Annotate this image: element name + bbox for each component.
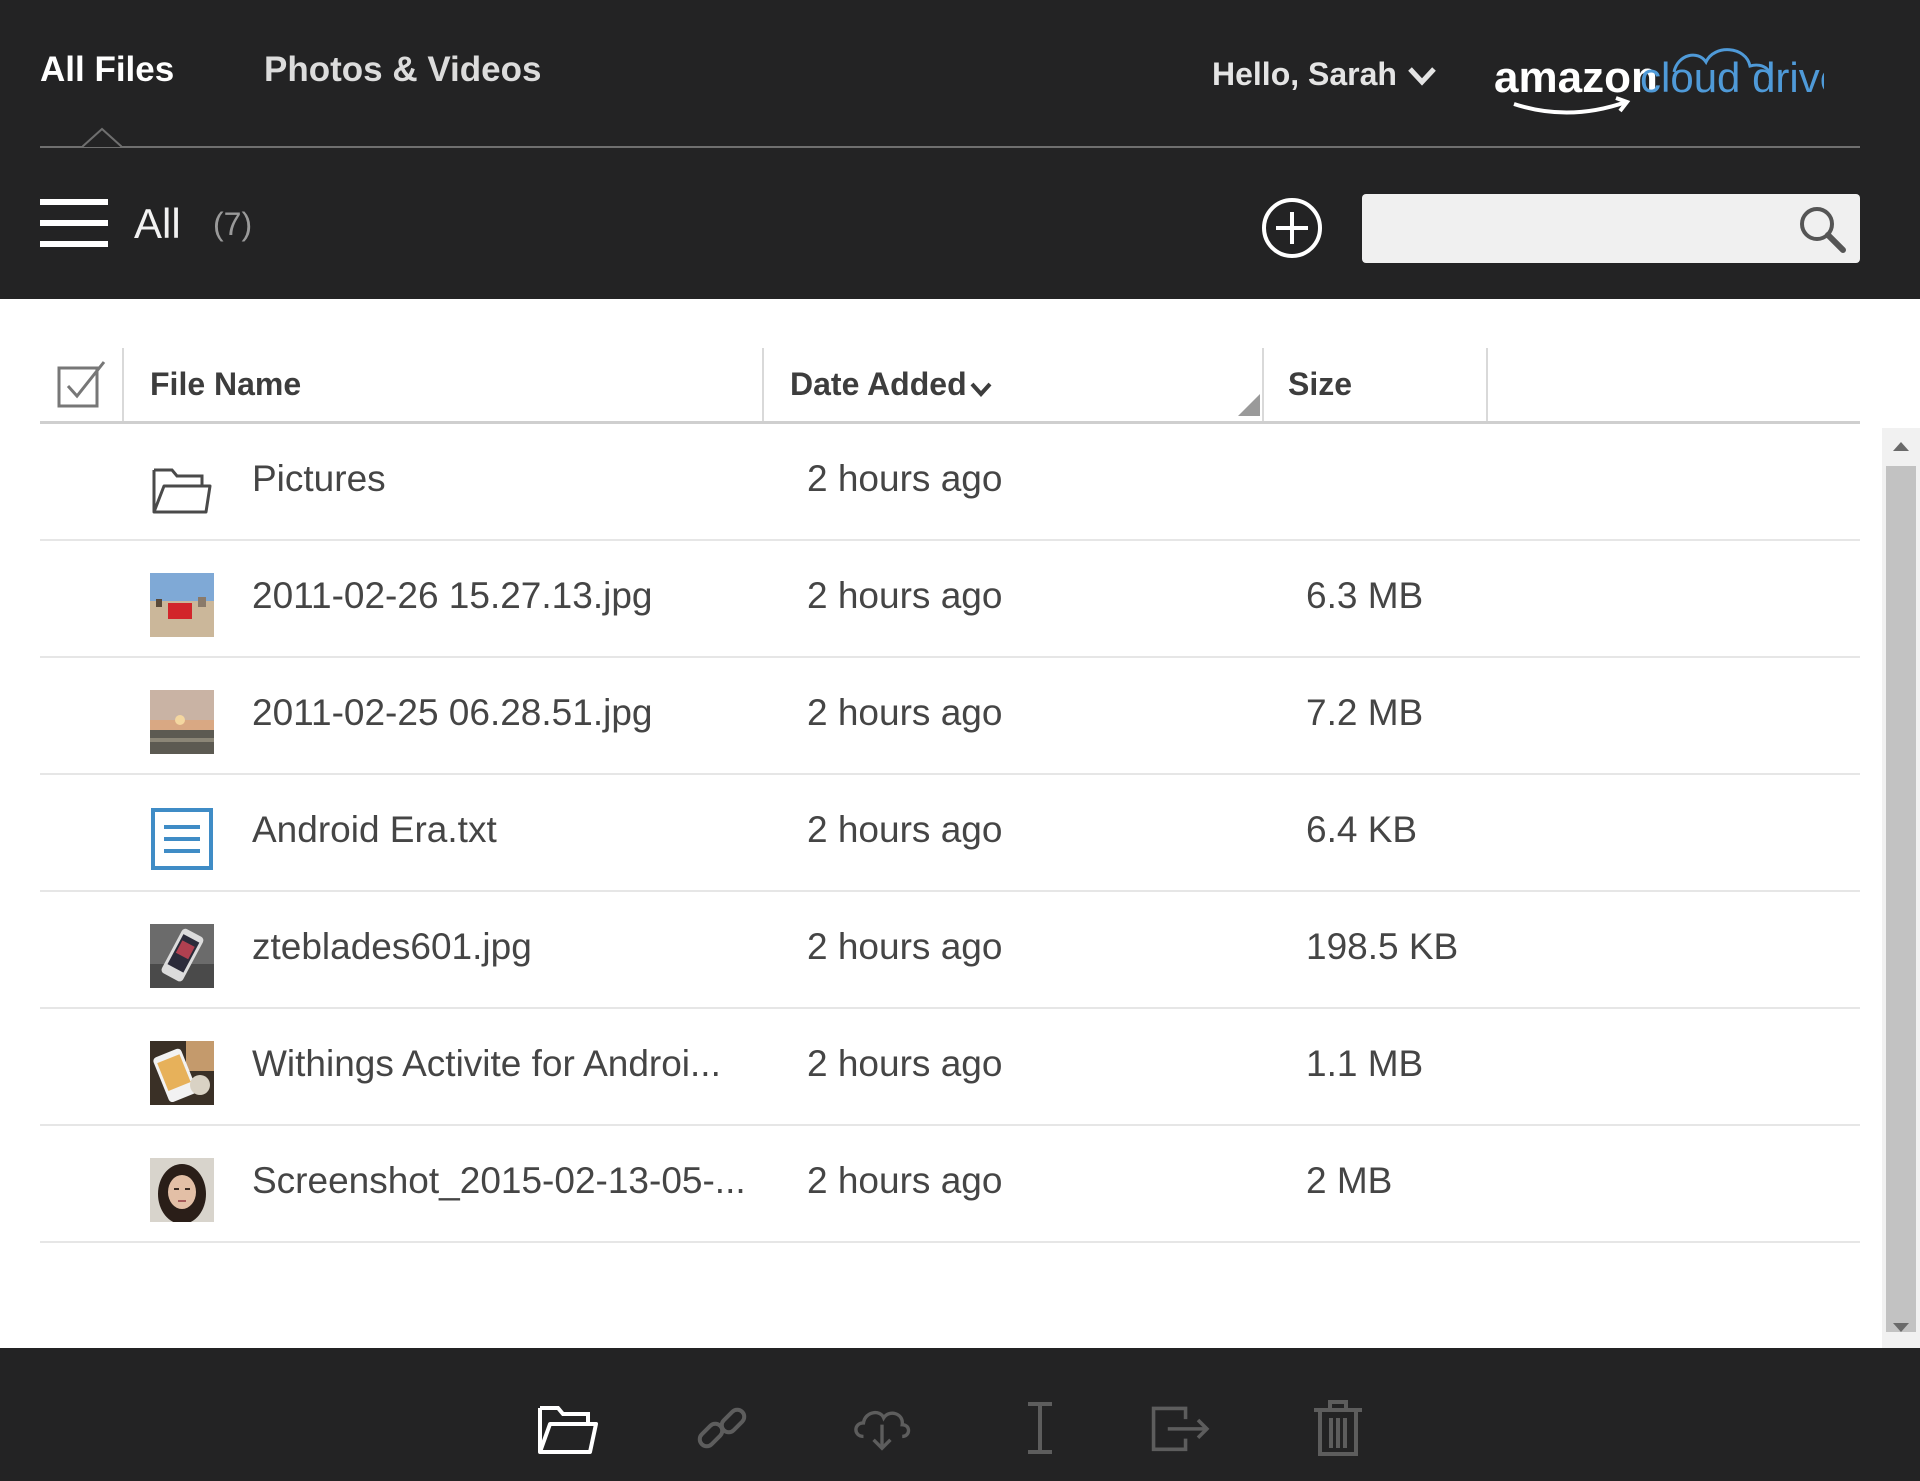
chevron-down-icon[interactable]: [1405, 60, 1439, 90]
scrollbar-thumb[interactable]: [1886, 466, 1916, 1332]
sunset-photo-thumbnail: [150, 690, 214, 754]
watch-photo-thumbnail: [150, 1041, 214, 1105]
scroll-down-arrow-icon[interactable]: [1882, 1314, 1920, 1340]
file-name[interactable]: Screenshot_2015-02-13-05-...: [252, 1160, 746, 1202]
user-greeting[interactable]: Hello, Sarah: [1212, 56, 1397, 93]
column-divider: [122, 348, 124, 421]
table-row[interactable]: zteblades601.jpg 2 hours ago 198.5 KB: [40, 892, 1860, 1009]
scroll-up-arrow-icon[interactable]: [1882, 434, 1920, 460]
search-input[interactable]: [1362, 194, 1860, 263]
portrait-photo-thumbnail: [150, 1158, 214, 1222]
table-row[interactable]: Pictures 2 hours ago: [40, 424, 1860, 541]
file-size: 198.5 KB: [1306, 926, 1459, 967]
beach-photo-thumbnail: [150, 573, 214, 637]
column-divider[interactable]: [1262, 348, 1264, 421]
column-date-added[interactable]: Date Added: [790, 366, 967, 403]
file-date: 2 hours ago: [807, 1043, 1003, 1084]
file-name[interactable]: Withings Activite for Androi...: [252, 1043, 721, 1085]
file-size: 1.1 MB: [1306, 1043, 1424, 1084]
vertical-scrollbar[interactable]: [1882, 428, 1920, 1348]
folder-icon: [152, 468, 212, 514]
file-date: 2 hours ago: [807, 926, 1003, 967]
search-icon[interactable]: [1796, 203, 1848, 255]
cloud-download-icon: [854, 1411, 911, 1451]
select-all-checkbox-icon[interactable]: [56, 358, 108, 410]
sort-descending-icon[interactable]: [968, 378, 994, 400]
file-date: 2 hours ago: [807, 575, 1003, 616]
amazon-cloud-drive-logo: amazon cloud drive: [1494, 48, 1824, 115]
move-icon: [1151, 1406, 1210, 1452]
file-count: (7): [213, 206, 253, 242]
rename-cursor-icon: [1028, 1402, 1052, 1454]
file-name[interactable]: 2011-02-26 15.27.13.jpg: [252, 575, 652, 617]
file-size: 7.2 MB: [1306, 692, 1424, 733]
file-name[interactable]: Pictures: [252, 458, 386, 500]
table-header: File Name Date Added Size: [40, 348, 1860, 424]
table-row[interactable]: Android Era.txt 2 hours ago 6.4 KB: [40, 775, 1860, 892]
column-resize-grip-icon[interactable]: [1238, 394, 1260, 416]
table-row[interactable]: Screenshot_2015-02-13-05-... 2 hours ago…: [40, 1126, 1860, 1243]
column-divider[interactable]: [1486, 348, 1488, 421]
file-name[interactable]: Android Era.txt: [252, 809, 497, 851]
active-tab-pointer: [82, 127, 122, 148]
trash-icon: [1314, 1400, 1362, 1456]
column-size[interactable]: Size: [1288, 366, 1352, 403]
column-divider[interactable]: [762, 348, 764, 421]
file-size: 2 MB: [1306, 1160, 1393, 1201]
filter-label: All: [134, 200, 181, 247]
svg-text:amazon: amazon: [1494, 53, 1658, 102]
column-file-name[interactable]: File Name: [150, 366, 301, 403]
file-date: 2 hours ago: [807, 458, 1003, 499]
add-plus-icon[interactable]: [1260, 196, 1324, 260]
svg-text:cloud drive: cloud drive: [1640, 54, 1824, 101]
file-date: 2 hours ago: [807, 692, 1003, 733]
bottom-action-toolbar: [0, 1348, 1920, 1481]
file-name[interactable]: zteblades601.jpg: [252, 926, 532, 968]
file-size: 6.4 KB: [1306, 809, 1418, 850]
tab-photos-videos[interactable]: Photos & Videos: [264, 50, 541, 90]
hamburger-menu-icon[interactable]: [40, 197, 108, 249]
file-name[interactable]: 2011-02-25 06.28.51.jpg: [252, 692, 652, 734]
table-row[interactable]: Withings Activite for Androi... 2 hours …: [40, 1009, 1860, 1126]
table-row[interactable]: 2011-02-26 15.27.13.jpg 2 hours ago 6.3 …: [40, 541, 1860, 658]
file-list: Pictures 2 hours ago 2011-02-26 15.27.13…: [40, 424, 1860, 1243]
open-folder-icon[interactable]: [536, 1398, 600, 1458]
file-size: 6.3 MB: [1306, 575, 1424, 616]
file-date: 2 hours ago: [807, 1160, 1003, 1201]
text-document-icon: [151, 808, 213, 870]
file-date: 2 hours ago: [807, 809, 1003, 850]
link-icon: [697, 1407, 747, 1449]
phone-photo-thumbnail: [150, 924, 214, 988]
table-row[interactable]: 2011-02-25 06.28.51.jpg 2 hours ago 7.2 …: [40, 658, 1860, 775]
tab-underline: [40, 146, 1860, 148]
tab-all-files[interactable]: All Files: [40, 50, 174, 90]
top-header: All Files Photos & Videos Hello, Sarah a…: [0, 0, 1920, 299]
